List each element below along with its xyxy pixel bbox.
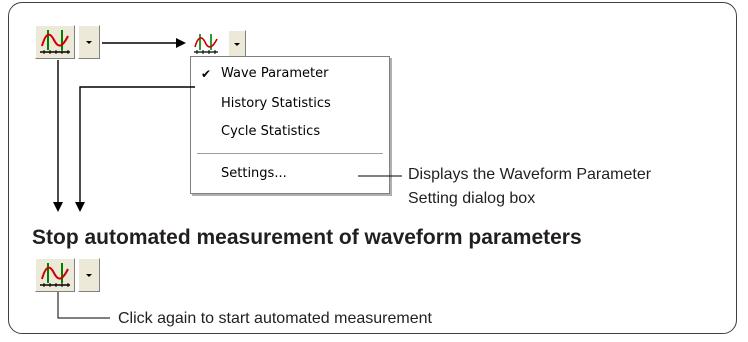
connector-arrows <box>53 38 402 319</box>
click-again-leader-line <box>57 292 110 319</box>
arrow-from-wave-parameter <box>75 86 195 212</box>
